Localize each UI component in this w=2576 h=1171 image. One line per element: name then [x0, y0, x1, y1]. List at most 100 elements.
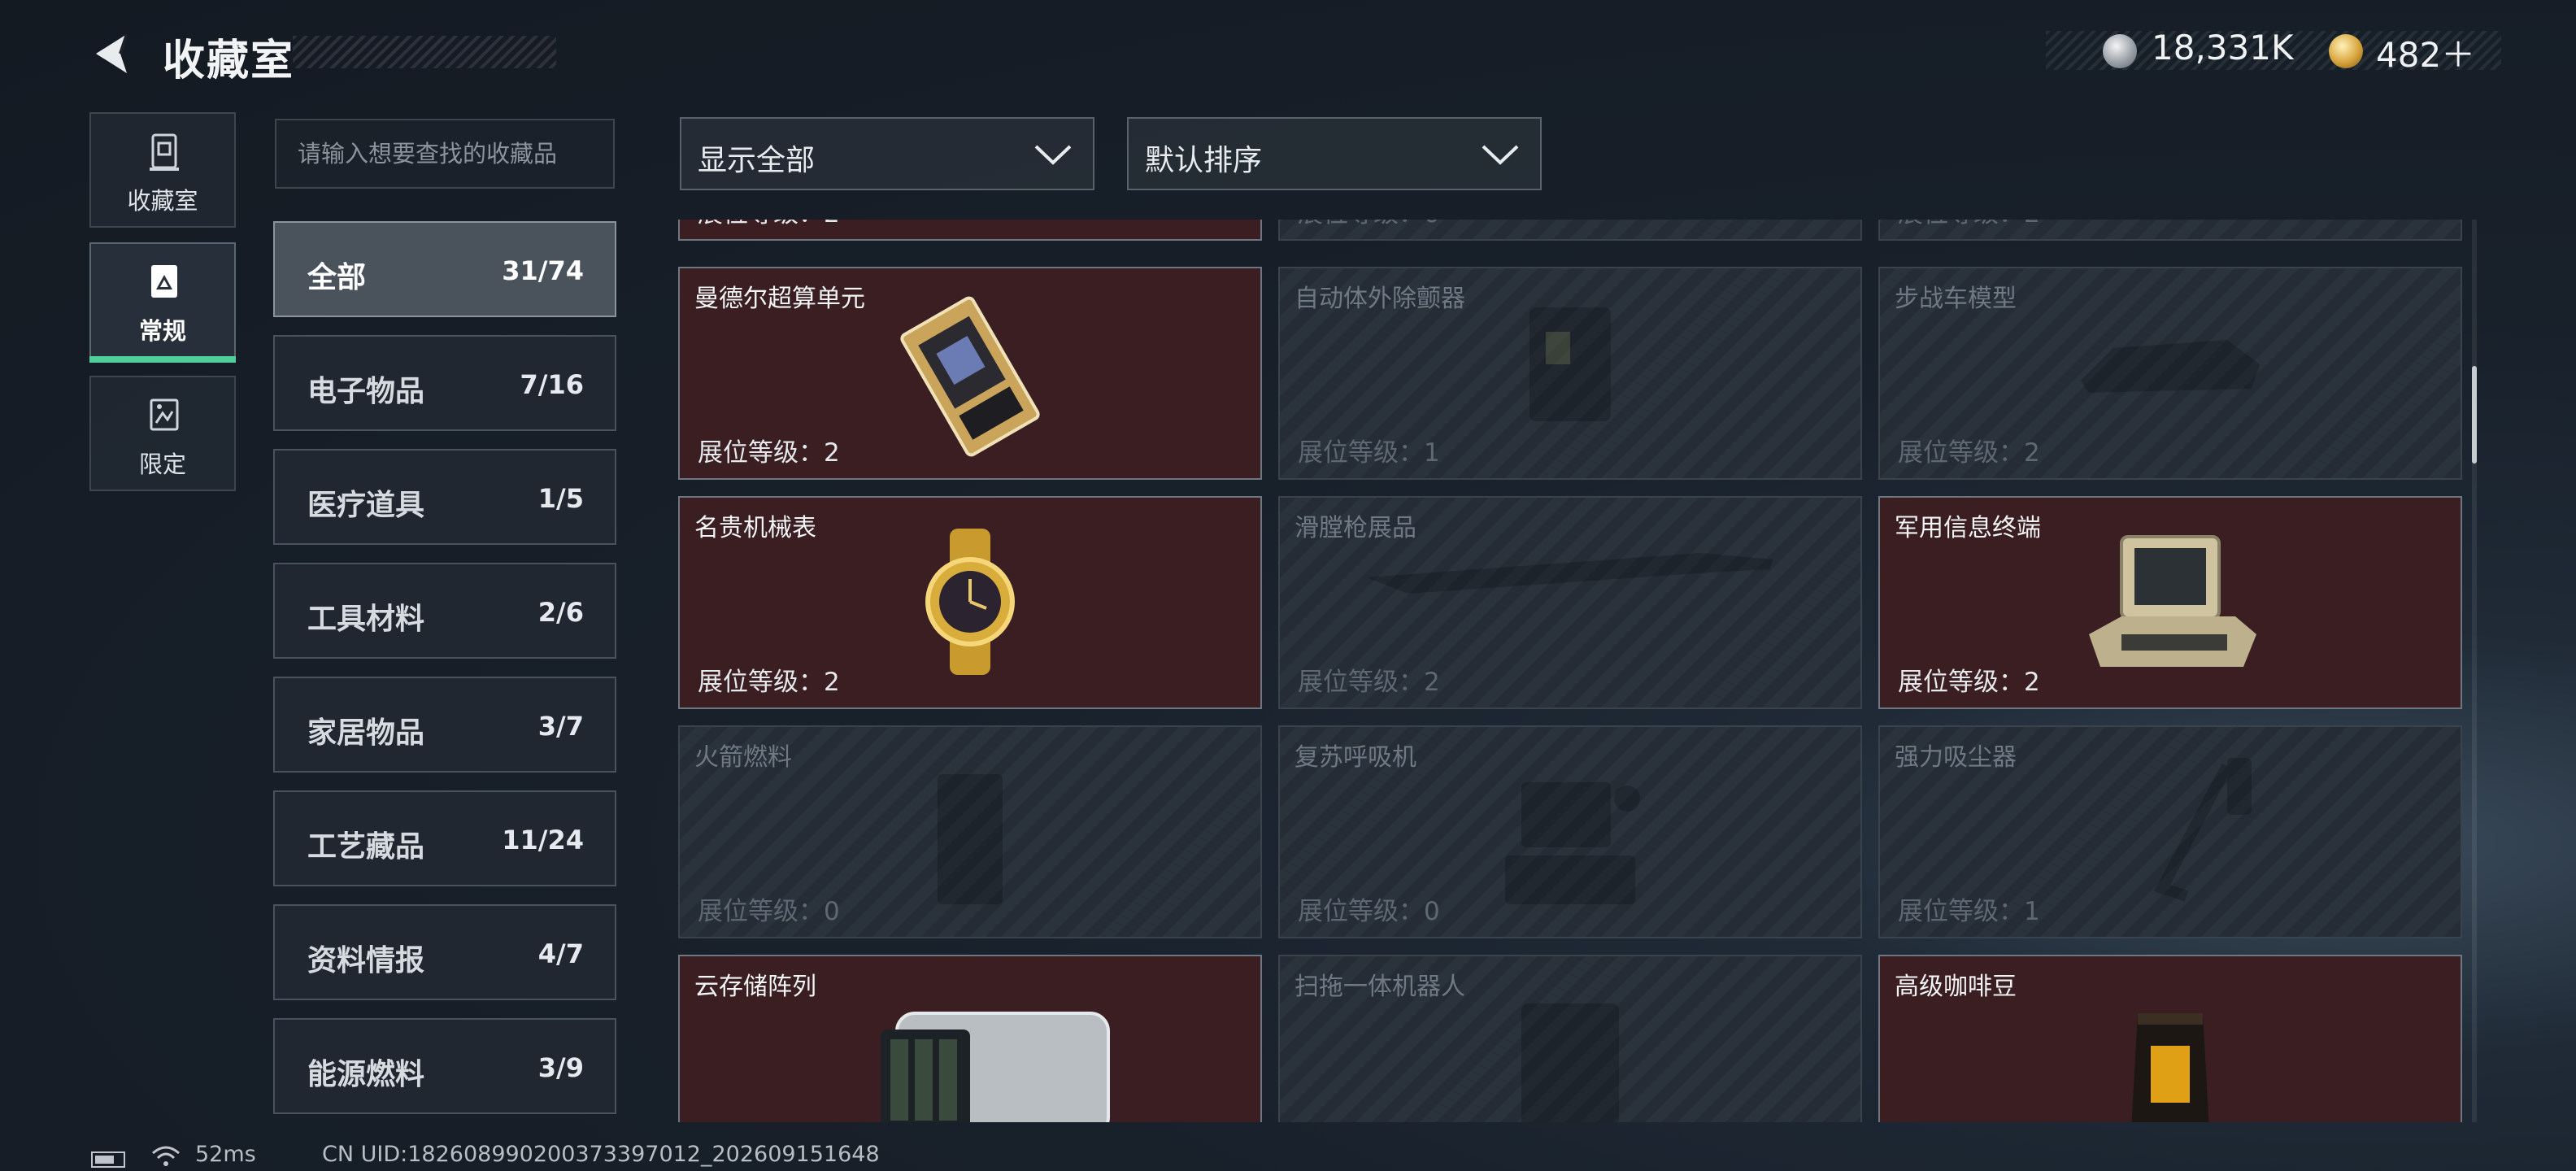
- musket-icon: [1367, 553, 1773, 594]
- display-filter-value: 显示全部: [698, 144, 816, 177]
- card-name: 名贵机械表: [694, 514, 816, 542]
- card-name: 步战车模型: [1895, 285, 2017, 313]
- limited-collection-icon: [150, 398, 179, 431]
- card-name: 高级咖啡豆: [1895, 973, 2017, 1001]
- card-level: 展位等级：2: [698, 220, 840, 229]
- collection-card[interactable]: 步战车模型 展位等级：2: [1878, 267, 2462, 480]
- card-level: 展位等级：2: [1898, 220, 2040, 229]
- category-name: 能源燃料: [307, 1058, 425, 1091]
- sort-dropdown[interactable]: 默认排序: [1127, 117, 1542, 190]
- category-name: 电子物品: [307, 375, 425, 408]
- category-name: 全部: [307, 261, 367, 294]
- network-latency: 52ms: [195, 1142, 256, 1167]
- robot-mop-icon: [1521, 1003, 1619, 1122]
- collection-card[interactable]: 军用信息终端 展位等级：2: [1878, 496, 2462, 709]
- collection-card[interactable]: 曼德尔超算单元 展位等级：2: [678, 267, 1262, 480]
- category-household[interactable]: 家居物品 3/7: [273, 677, 616, 773]
- ifv-model-icon: [2081, 340, 2260, 393]
- rocket-fuel-icon: [938, 774, 1003, 904]
- regular-collection-icon: [151, 265, 177, 298]
- card-level: 展位等级：0: [698, 897, 840, 926]
- card-name: 复苏呼吸机: [1295, 743, 1416, 772]
- card-level: 展位等级：2: [1898, 438, 2040, 468]
- collection-card[interactable]: 高级咖啡豆: [1878, 955, 2462, 1122]
- collection-card[interactable]: 自动体外除颤器 展位等级：1: [1278, 267, 1862, 480]
- side-tab-label: 收藏室: [127, 187, 198, 215]
- category-name: 工具材料: [307, 603, 425, 636]
- collection-card[interactable]: 展位等级：2: [1878, 220, 2462, 241]
- side-tab-regular[interactable]: 常规: [89, 242, 236, 363]
- silver-coin-icon: [2103, 34, 2137, 68]
- card-level: 展位等级：0: [1298, 897, 1440, 926]
- category-count: 1/5: [537, 483, 584, 514]
- collection-card[interactable]: 扫拖一体机器人: [1278, 955, 1862, 1122]
- card-name: 自动体外除颤器: [1295, 285, 1465, 313]
- category-name: 家居物品: [307, 716, 425, 750]
- category-medical[interactable]: 医疗道具 1/5: [273, 449, 616, 545]
- category-electronics[interactable]: 电子物品 7/16: [273, 335, 616, 431]
- collection-card[interactable]: 复苏呼吸机 展位等级：0: [1278, 725, 1862, 938]
- card-name: 云存储阵列: [694, 973, 816, 1001]
- category-intel[interactable]: 资料情报 4/7: [273, 904, 616, 1000]
- user-uid: CN UID:18260899020037339701​2_2026091516…: [322, 1142, 880, 1167]
- gold-watch-icon: [925, 529, 1015, 675]
- card-name: 曼德尔超算单元: [694, 285, 865, 313]
- collection-card[interactable]: 强力吸尘器 展位等级：1: [1878, 725, 2462, 938]
- category-count: 7/16: [520, 369, 584, 400]
- category-name: 工艺藏品: [307, 830, 425, 864]
- category-crafts[interactable]: 工艺藏品 11/24: [273, 790, 616, 886]
- category-count: 3/7: [537, 711, 584, 742]
- card-level: 展位等级：2: [698, 668, 840, 697]
- sort-value: 默认排序: [1145, 144, 1263, 177]
- card-level: 展位等级：1: [1298, 438, 1440, 468]
- ventilator-icon: [1505, 782, 1640, 904]
- collection-card[interactable]: 展位等级：2: [678, 220, 1262, 241]
- collection-card[interactable]: 展位等级：0: [1278, 220, 1862, 241]
- grid-scrollbar[interactable]: [2472, 220, 2477, 1122]
- back-arrow-icon[interactable]: [88, 29, 137, 78]
- chevron-down-icon: [1482, 145, 1519, 165]
- card-name: 军用信息终端: [1895, 514, 2041, 542]
- display-filter-dropdown[interactable]: 显示全部: [680, 117, 1094, 190]
- grid-scroll-thumb[interactable]: [2472, 366, 2477, 464]
- category-count: 11/24: [502, 825, 584, 855]
- vacuum-cleaner-icon: [2153, 758, 2252, 902]
- card-level: 展位等级：1: [1898, 897, 2040, 926]
- card-level: 展位等级：0: [1298, 220, 1440, 229]
- side-tab-collection-room[interactable]: 收藏室: [89, 112, 236, 228]
- collection-card[interactable]: 名贵机械表 展位等级：2: [678, 496, 1262, 709]
- collection-card[interactable]: 云存储阵列: [678, 955, 1262, 1122]
- display-case-icon: [150, 133, 179, 171]
- category-count: 3/9: [537, 1052, 584, 1083]
- collection-grid[interactable]: 展位等级：2 展位等级：0 展位等级：2 曼德尔超算单元 展位等级：2 自动体外…: [678, 220, 2462, 1122]
- chevron-down-icon: [1034, 145, 1072, 165]
- category-count: 4/7: [537, 938, 584, 969]
- side-tab-label: 限定: [138, 451, 186, 478]
- card-level: 展位等级：2: [1298, 668, 1440, 697]
- coffee-beans-icon: [2131, 1013, 2209, 1122]
- silver-currency-value: 18,331K: [2152, 28, 2294, 67]
- category-name: 资料情报: [307, 944, 425, 977]
- category-fuel[interactable]: 能源燃料 3/9: [273, 1018, 616, 1114]
- category-count: 2/6: [537, 597, 584, 628]
- category-all[interactable]: 全部 31/74: [273, 221, 616, 317]
- card-level: 展位等级：2: [698, 438, 840, 468]
- side-tab-limited[interactable]: 限定: [89, 376, 236, 491]
- gold-currency-value[interactable]: 482＋: [2376, 28, 2475, 77]
- card-level: 展位等级：2: [1898, 668, 2040, 697]
- category-tools[interactable]: 工具材料 2/6: [273, 563, 616, 659]
- title-decoration: [293, 36, 556, 68]
- supercomputer-chip-icon: [900, 296, 1040, 457]
- military-terminal-icon: [2089, 535, 2256, 667]
- search-input[interactable]: [275, 119, 615, 189]
- defibrillator-icon: [1530, 307, 1611, 421]
- collection-card[interactable]: 滑膛枪展品 展位等级：2: [1278, 496, 1862, 709]
- card-name: 扫拖一体机器人: [1295, 973, 1465, 1001]
- gold-coin-icon: [2329, 34, 2363, 68]
- wifi-icon: [152, 1146, 180, 1166]
- storage-array-icon: [881, 1012, 1110, 1122]
- category-name: 医疗道具: [307, 489, 425, 522]
- side-tab-label: 常规: [138, 317, 186, 345]
- battery-icon: [91, 1151, 125, 1168]
- collection-card[interactable]: 火箭燃料 展位等级：0: [678, 725, 1262, 938]
